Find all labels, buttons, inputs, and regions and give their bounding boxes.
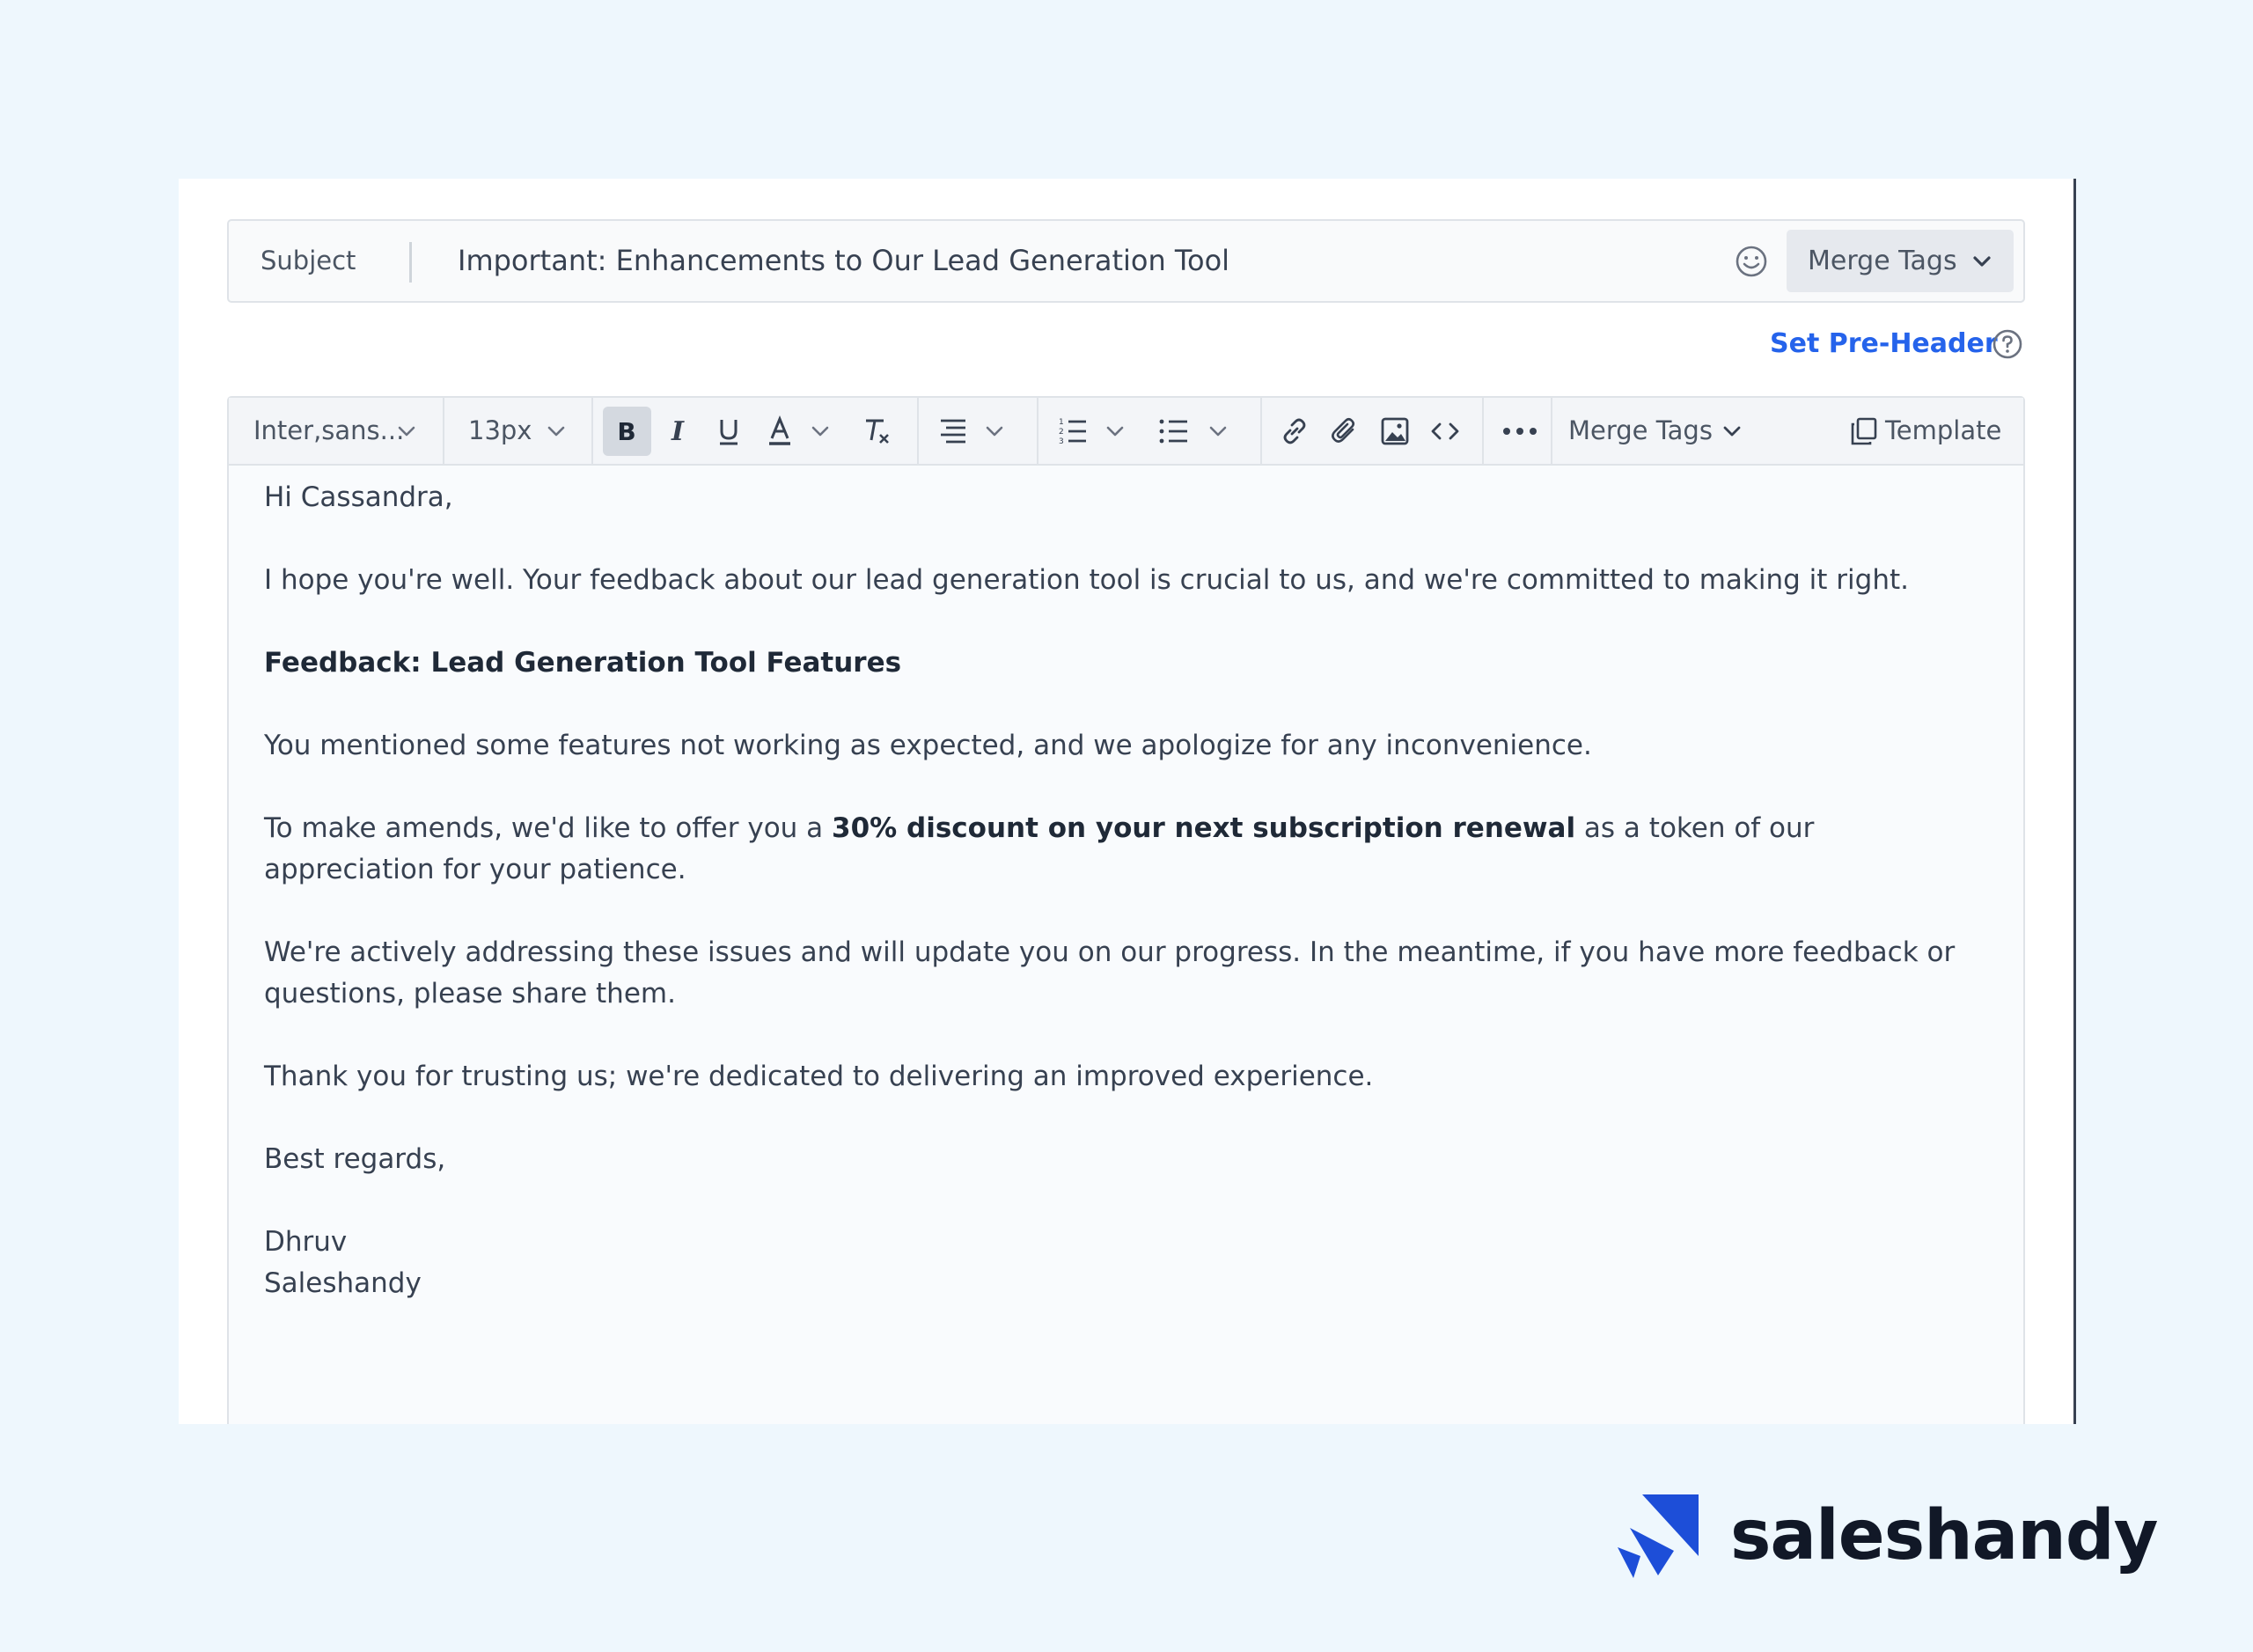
- offer-paragraph: To make amends, we'd like to offer you a…: [264, 808, 1989, 891]
- bold-icon[interactable]: B: [611, 415, 642, 447]
- closing-text: Best regards,: [264, 1143, 446, 1175]
- email-body[interactable]: Hi Cassandra, I hope you're well. Your f…: [264, 477, 1989, 1304]
- saleshandy-logo: saleshandy: [1618, 1494, 2158, 1578]
- chevron-down-icon[interactable]: [1721, 421, 1743, 442]
- apology-text: You mentioned some features not working …: [264, 730, 1592, 761]
- email-composer-card: Subject Important: Enhancements to Our L…: [179, 179, 2076, 1424]
- chevron-down-icon[interactable]: [984, 421, 1005, 442]
- toolbar-merge-tags-button[interactable]: Merge Tags: [1568, 398, 1713, 464]
- toolbar-divider: [917, 398, 919, 464]
- merge-tags-label: Merge Tags: [1808, 246, 1957, 276]
- svg-text:I: I: [671, 416, 685, 447]
- more-options-icon[interactable]: [1501, 415, 1537, 447]
- email-editor: Inter,sans... 13px B I 1 2 3 Merge Tags …: [227, 396, 2025, 1424]
- set-pre-header-link[interactable]: Set Pre-Header: [1770, 322, 1998, 366]
- italic-icon[interactable]: I: [662, 415, 694, 447]
- chevron-down-icon: [1970, 249, 1994, 281]
- sender-name: Dhruv: [264, 1226, 348, 1258]
- subject-divider: [409, 242, 412, 283]
- underline-icon[interactable]: [713, 415, 745, 447]
- editor-toolbar: Inter,sans... 13px B I 1 2 3 Merge Tags …: [229, 398, 2023, 466]
- link-icon[interactable]: [1279, 415, 1310, 447]
- feedback-heading: Feedback: Lead Generation Tool Features: [264, 647, 902, 679]
- toolbar-divider: [1551, 398, 1552, 464]
- toolbar-divider: [591, 398, 593, 464]
- sender-company: Saleshandy: [264, 1267, 422, 1299]
- offer-prefix: To make amends, we'd like to offer you a: [264, 812, 833, 844]
- intro-text: I hope you're well. Your feedback about …: [264, 564, 1909, 596]
- toolbar-divider: [1037, 398, 1038, 464]
- toolbar-divider: [1260, 398, 1262, 464]
- thanks-text: Thank you for trusting us; we're dedicat…: [264, 1061, 1374, 1092]
- chevron-down-icon[interactable]: [1104, 421, 1126, 442]
- svg-text:3: 3: [1059, 437, 1064, 446]
- greeting-text: Hi Cassandra,: [264, 481, 453, 513]
- svg-text:B: B: [617, 417, 635, 446]
- template-icon[interactable]: [1848, 415, 1880, 447]
- chevron-down-icon[interactable]: [810, 421, 831, 442]
- chevron-down-icon[interactable]: [1207, 421, 1229, 442]
- saleshandy-logo-icon: [1618, 1494, 1704, 1578]
- progress-text: We're actively addressing these issues a…: [264, 936, 1956, 1010]
- svg-text:2: 2: [1059, 428, 1064, 437]
- subject-label: Subject: [261, 246, 356, 275]
- feedback-heading-paragraph: Feedback: Lead Generation Tool Features: [264, 642, 1989, 684]
- align-icon[interactable]: [937, 415, 969, 447]
- font-family-select[interactable]: Inter,sans...: [253, 398, 404, 464]
- brand-name: saleshandy: [1730, 1496, 2158, 1575]
- svg-text:1: 1: [1059, 418, 1064, 427]
- attachment-icon[interactable]: [1329, 415, 1361, 447]
- question-circle-icon[interactable]: [1991, 327, 2024, 361]
- code-icon[interactable]: [1429, 415, 1461, 447]
- toolbar-divider: [443, 398, 444, 464]
- toolbar-divider: [1482, 398, 1484, 464]
- text-color-icon[interactable]: [764, 415, 796, 447]
- font-size-select[interactable]: 13px: [468, 398, 532, 464]
- subject-merge-tags-button[interactable]: Merge Tags: [1787, 230, 2014, 292]
- clear-formatting-icon[interactable]: [861, 415, 892, 447]
- smiley-icon[interactable]: [1734, 244, 1769, 279]
- image-icon[interactable]: [1379, 415, 1411, 447]
- template-button[interactable]: Template: [1885, 398, 2001, 464]
- offer-discount: 30% discount on your next subscription r…: [832, 812, 1576, 844]
- subject-input[interactable]: Important: Enhancements to Our Lead Gene…: [458, 221, 1229, 301]
- chevron-down-icon[interactable]: [546, 421, 567, 442]
- chevron-down-icon[interactable]: [396, 421, 417, 442]
- bullet-list-icon[interactable]: [1158, 415, 1190, 447]
- numbered-list-icon[interactable]: 123: [1057, 415, 1089, 447]
- subject-bar: Subject Important: Enhancements to Our L…: [227, 219, 2025, 303]
